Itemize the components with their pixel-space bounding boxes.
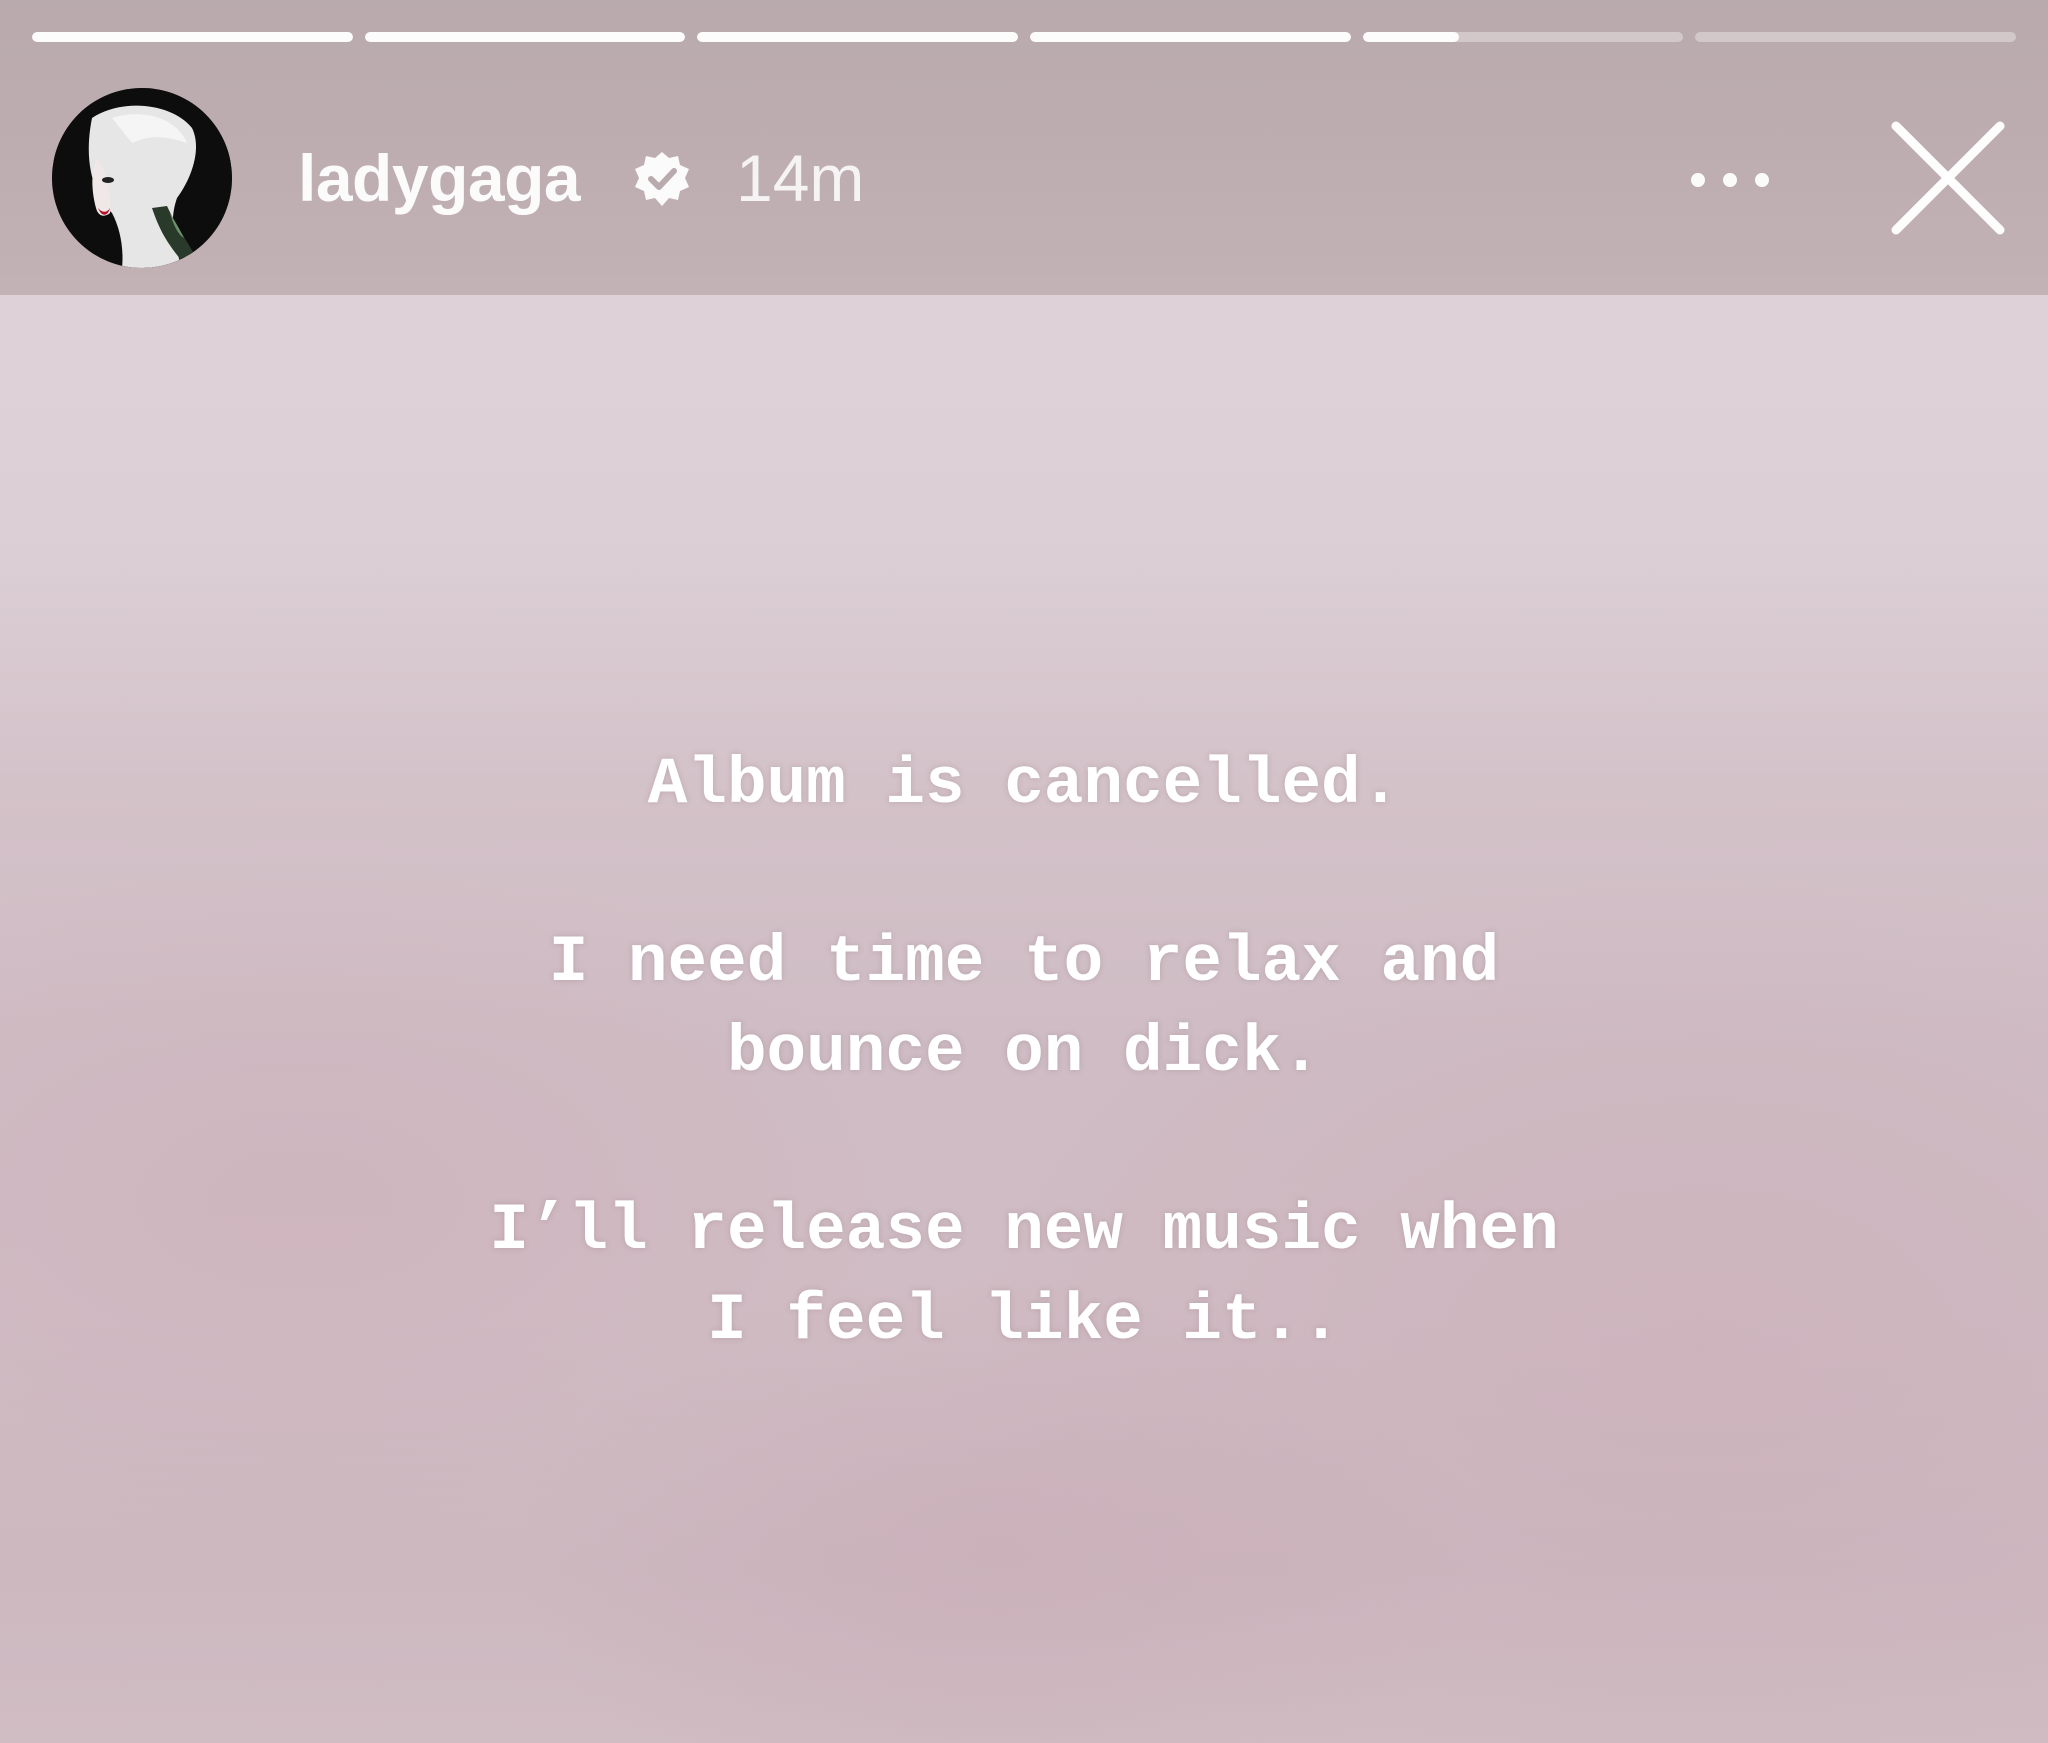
profile-photo [52,88,232,268]
progress-segment [32,32,353,42]
story-progress-bar [32,32,2017,42]
caption-line: Album is cancelled. [647,747,1401,822]
caption-line: I feel like it.. [707,1283,1341,1358]
close-icon[interactable] [1888,118,2008,238]
progress-segment-fill [1362,32,1459,42]
verified-badge-icon [635,152,689,206]
caption-line: I need time to relax and [548,925,1500,1000]
progress-segment [1362,32,1684,42]
username[interactable]: ladygaga [298,140,581,216]
caption-line: bounce on dick. [726,1015,1322,1090]
caption-line: I’ll release new music when [489,1193,1559,1268]
more-options-icon[interactable] [1680,150,1780,210]
progress-segment [364,32,686,42]
story-caption: Album is cancelled. I need time to relax … [0,740,2048,1366]
progress-segment [1030,32,1351,42]
progress-segment-fill [1030,32,1351,42]
progress-segment [1695,32,2017,42]
progress-segment [697,32,1019,42]
story-timestamp: 14m [736,141,865,215]
progress-segment-fill [364,32,686,42]
progress-segment-fill [32,32,353,42]
avatar[interactable] [52,88,232,268]
progress-segment-fill [697,32,1019,42]
